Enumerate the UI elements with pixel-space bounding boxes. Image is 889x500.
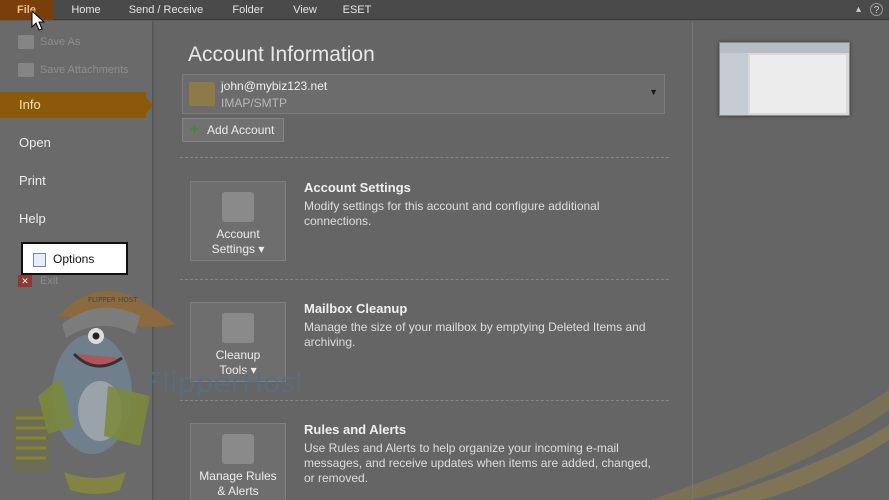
- nav-open[interactable]: Open: [0, 130, 152, 156]
- chevron-down-icon: ▼: [649, 87, 658, 97]
- section-divider: [180, 157, 669, 158]
- account-email: john@mybiz123.net: [221, 79, 328, 93]
- decorative-swoosh: [650, 390, 889, 500]
- flipperhost-mascot: FLIPPER HOST FlipperHost: [12, 290, 300, 494]
- mouse-cursor-icon: [31, 10, 46, 31]
- exit-icon: ✕: [18, 275, 32, 288]
- tab-folder[interactable]: Folder: [222, 0, 274, 20]
- account-settings-button-line1: Account: [216, 227, 260, 241]
- account-type: IMAP/SMTP: [221, 96, 288, 110]
- nav-save-as[interactable]: Save As: [18, 32, 80, 52]
- page-title: Account Information: [188, 43, 375, 66]
- options-icon: [33, 253, 46, 267]
- account-selector[interactable]: john@mybiz123.net IMAP/SMTP ▼: [182, 74, 665, 114]
- tab-send-receive[interactable]: Send / Receive: [122, 0, 210, 20]
- account-settings-button[interactable]: Account Settings ▾: [190, 181, 286, 261]
- plus-icon: +: [190, 121, 199, 138]
- tab-eset[interactable]: ESET: [336, 0, 378, 20]
- add-account-button[interactable]: + Add Account: [182, 118, 284, 142]
- mailbox-cleanup-title: Mailbox Cleanup: [304, 301, 408, 316]
- nav-exit[interactable]: ✕ Exit: [18, 275, 59, 288]
- account-settings-button-line2: Settings ▾: [211, 242, 265, 256]
- ribbon-tab-bar: File Home Send / Receive Folder View ESE…: [0, 0, 889, 20]
- mailbox-cleanup-description: Manage the size of your mailbox by empty…: [304, 320, 646, 349]
- account-settings-description: Modify settings for this account and con…: [304, 199, 600, 228]
- add-account-label: Add Account: [207, 123, 275, 137]
- outlook-preview-thumbnail: [719, 42, 850, 116]
- mail-account-icon: [189, 82, 215, 106]
- account-settings-title: Account Settings: [304, 180, 411, 195]
- nav-save-attachments[interactable]: Save Attachments: [18, 60, 129, 80]
- account-settings-icon: [222, 192, 254, 222]
- rules-alerts-description: Use Rules and Alerts to help organize yo…: [304, 441, 651, 485]
- rules-alerts-title: Rules and Alerts: [304, 422, 407, 437]
- save-attachments-icon: [18, 63, 34, 78]
- nav-print[interactable]: Print: [0, 168, 152, 194]
- nav-exit-label: Exit: [40, 275, 59, 287]
- nav-info[interactable]: Info: [0, 92, 152, 118]
- nav-save-attachments-label: Save Attachments: [40, 64, 129, 76]
- minimize-ribbon-icon[interactable]: ▴: [852, 3, 865, 16]
- save-as-icon: [18, 35, 34, 50]
- tab-home[interactable]: Home: [62, 0, 110, 20]
- tab-view[interactable]: View: [284, 0, 326, 20]
- nav-options[interactable]: Options: [21, 242, 128, 275]
- nav-save-as-label: Save As: [40, 36, 81, 48]
- help-icon[interactable]: ?: [870, 3, 883, 16]
- mascot-cap-text: FLIPPER HOST: [88, 296, 138, 304]
- nav-help[interactable]: Help: [0, 206, 152, 232]
- nav-options-label: Options: [53, 252, 95, 266]
- flipperhost-watermark: FlipperHost: [146, 366, 300, 399]
